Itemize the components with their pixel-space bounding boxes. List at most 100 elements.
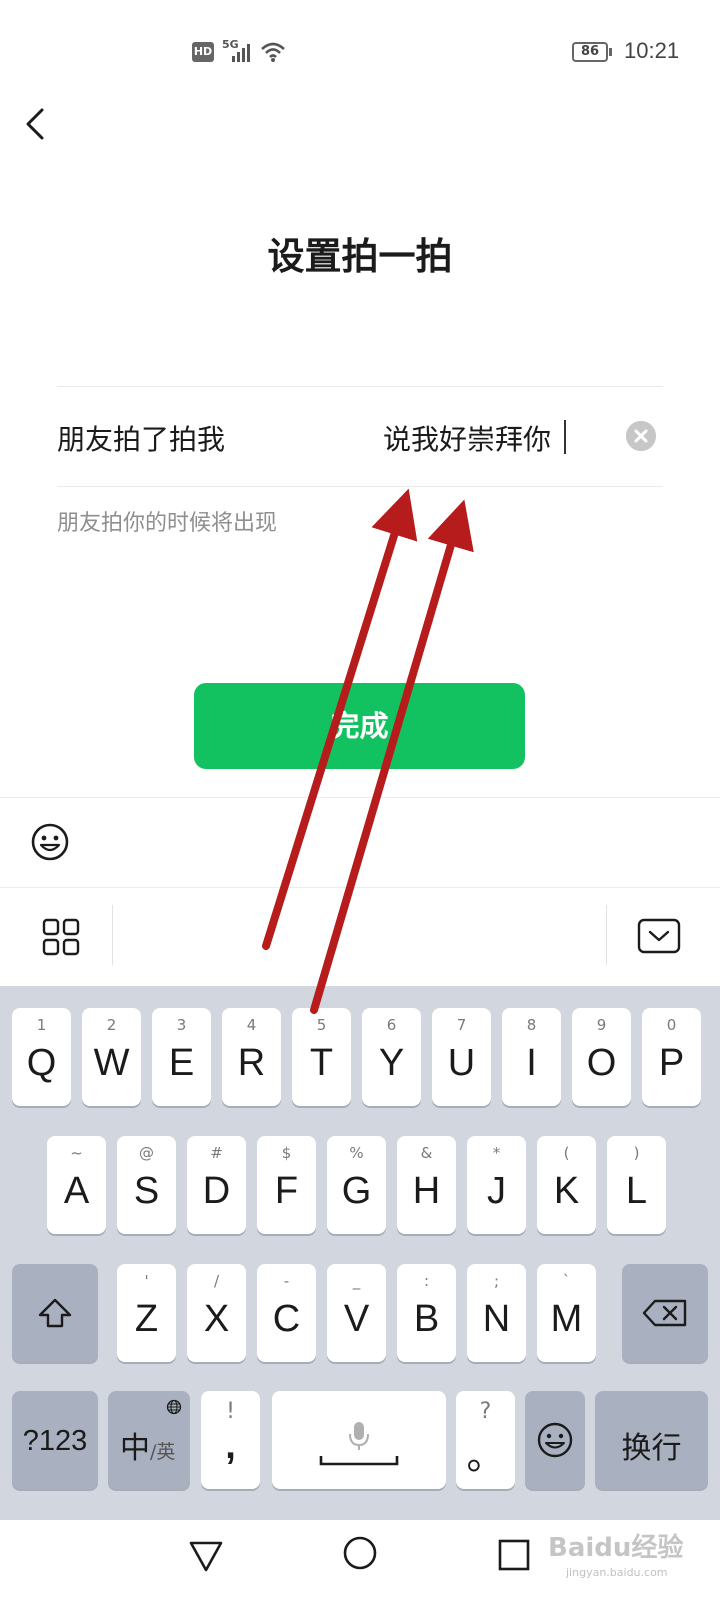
- key-sub-label: 0: [666, 1016, 677, 1034]
- divider: [57, 486, 663, 487]
- key-label: ?123: [22, 1425, 88, 1457]
- divider: [112, 905, 113, 965]
- key-t[interactable]: 5T: [292, 1008, 351, 1106]
- key-c[interactable]: -C: [257, 1264, 316, 1362]
- key-s[interactable]: @ S: [117, 1136, 176, 1234]
- done-button[interactable]: 完成: [194, 683, 525, 769]
- symbols-key[interactable]: ?123: [12, 1391, 98, 1489]
- key-label: J: [487, 1170, 506, 1212]
- key-r[interactable]: 4R: [222, 1008, 281, 1106]
- pat-prefix-label: 朋友拍了拍我: [57, 423, 226, 456]
- watermark-url: jingyan.baidu.com: [566, 1566, 668, 1579]
- keyboard-toolbar: [0, 888, 720, 986]
- key-p[interactable]: 0P: [642, 1008, 701, 1106]
- grid-menu-icon[interactable]: [42, 918, 80, 956]
- key-e[interactable]: 3E: [152, 1008, 211, 1106]
- hd-icon: HD: [192, 42, 214, 62]
- key-g[interactable]: % G: [327, 1136, 386, 1234]
- enter-key[interactable]: 换行: [595, 1391, 708, 1489]
- field-hint: 朋友拍你的时候将出现: [57, 511, 278, 536]
- key-label: Z: [134, 1298, 159, 1340]
- clear-input-icon[interactable]: [626, 421, 656, 451]
- key-sub-label: !: [226, 1399, 235, 1424]
- shift-key[interactable]: [12, 1264, 98, 1362]
- key-label: E: [168, 1042, 195, 1084]
- emoji-key[interactable]: [525, 1391, 585, 1489]
- key-label: S: [133, 1170, 160, 1212]
- back-arrow-icon[interactable]: [18, 104, 54, 144]
- key-z[interactable]: ' Z: [117, 1264, 176, 1362]
- key-sub-label: %: [349, 1144, 364, 1162]
- wifi-icon: [261, 42, 285, 62]
- key-k[interactable]: (K: [537, 1136, 596, 1234]
- key-sub-label: ): [633, 1144, 640, 1162]
- key-label: 。: [466, 1436, 505, 1478]
- key-label: N: [482, 1298, 511, 1340]
- key-sub-label: #: [210, 1144, 223, 1162]
- key-sub-label: @: [139, 1144, 154, 1162]
- backspace-icon: [642, 1299, 687, 1327]
- key-label: M: [550, 1298, 583, 1340]
- key-sub-label: *: [492, 1144, 501, 1162]
- space-key[interactable]: [272, 1391, 446, 1489]
- key-a[interactable]: ~ A: [47, 1136, 106, 1234]
- key-label: T: [309, 1042, 334, 1084]
- key-w[interactable]: 2W: [82, 1008, 141, 1106]
- key-label: P: [658, 1042, 685, 1084]
- key-label: I: [526, 1042, 537, 1084]
- key-v[interactable]: _ V: [327, 1264, 386, 1362]
- language-switch-key[interactable]: 中 /英: [108, 1391, 190, 1489]
- key-l[interactable]: ) L: [607, 1136, 666, 1234]
- key-i[interactable]: 8I: [502, 1008, 561, 1106]
- key-d[interactable]: # D: [187, 1136, 246, 1234]
- globe-icon: [166, 1399, 182, 1415]
- key-label: G: [341, 1170, 372, 1212]
- comma-key[interactable]: !,: [201, 1391, 260, 1489]
- key-u[interactable]: 7U: [432, 1008, 491, 1106]
- key-sub-label: 8: [526, 1016, 537, 1034]
- divider: [606, 905, 607, 965]
- nav-recent-apps-icon[interactable]: [496, 1537, 532, 1573]
- key-label: H: [412, 1170, 441, 1212]
- clock: 10:21: [624, 38, 680, 63]
- key-label: L: [625, 1170, 648, 1212]
- key-label: O: [586, 1042, 617, 1084]
- key-sub-label: /: [213, 1272, 220, 1290]
- key-y[interactable]: 6Y: [362, 1008, 421, 1106]
- key-o[interactable]: 9O: [572, 1008, 631, 1106]
- key-sub-label: 6: [386, 1016, 397, 1034]
- pat-suffix-input[interactable]: 说我好崇拜你: [383, 418, 551, 458]
- key-x[interactable]: / X: [187, 1264, 246, 1362]
- key-m[interactable]: ` M: [537, 1264, 596, 1362]
- period-key[interactable]: ?。: [456, 1391, 515, 1489]
- done-button-label: 完成: [330, 709, 389, 743]
- key-label: U: [447, 1042, 476, 1084]
- nav-back-icon[interactable]: [188, 1538, 224, 1574]
- key-q[interactable]: 1Q: [12, 1008, 71, 1106]
- space-bar-icon: [319, 1456, 399, 1466]
- backspace-key[interactable]: [622, 1264, 708, 1362]
- key-sub-label: ;: [493, 1272, 500, 1290]
- key-label: 换行: [621, 1431, 682, 1466]
- key-label: Y: [378, 1042, 405, 1084]
- battery-tip: [609, 48, 612, 56]
- status-bar: HD 5G 86 10:21: [0, 0, 720, 100]
- hide-keyboard-icon[interactable]: [637, 918, 681, 954]
- microphone-icon: [349, 1422, 369, 1450]
- key-label: Q: [26, 1042, 57, 1084]
- key-sub-label: -: [283, 1272, 290, 1290]
- key-j[interactable]: * J: [467, 1136, 526, 1234]
- key-sub-label: `: [562, 1272, 571, 1290]
- key-sub-label: $: [281, 1144, 292, 1162]
- key-b[interactable]: :B: [397, 1264, 456, 1362]
- key-sub-label: 3: [176, 1016, 187, 1034]
- key-sub-label: :: [423, 1272, 430, 1290]
- keyboard: 1Q 2W 3E 4R 5T 6Y 7U 8I 9O 0P ~ A @ S # D $…: [0, 986, 720, 1520]
- key-h[interactable]: & H: [397, 1136, 456, 1234]
- emoji-icon[interactable]: [30, 822, 70, 862]
- nav-home-icon[interactable]: [342, 1535, 378, 1571]
- divider: [57, 386, 663, 387]
- key-f[interactable]: $ F: [257, 1136, 316, 1234]
- page-title: 设置拍一拍: [267, 235, 453, 278]
- key-n[interactable]: ; N: [467, 1264, 526, 1362]
